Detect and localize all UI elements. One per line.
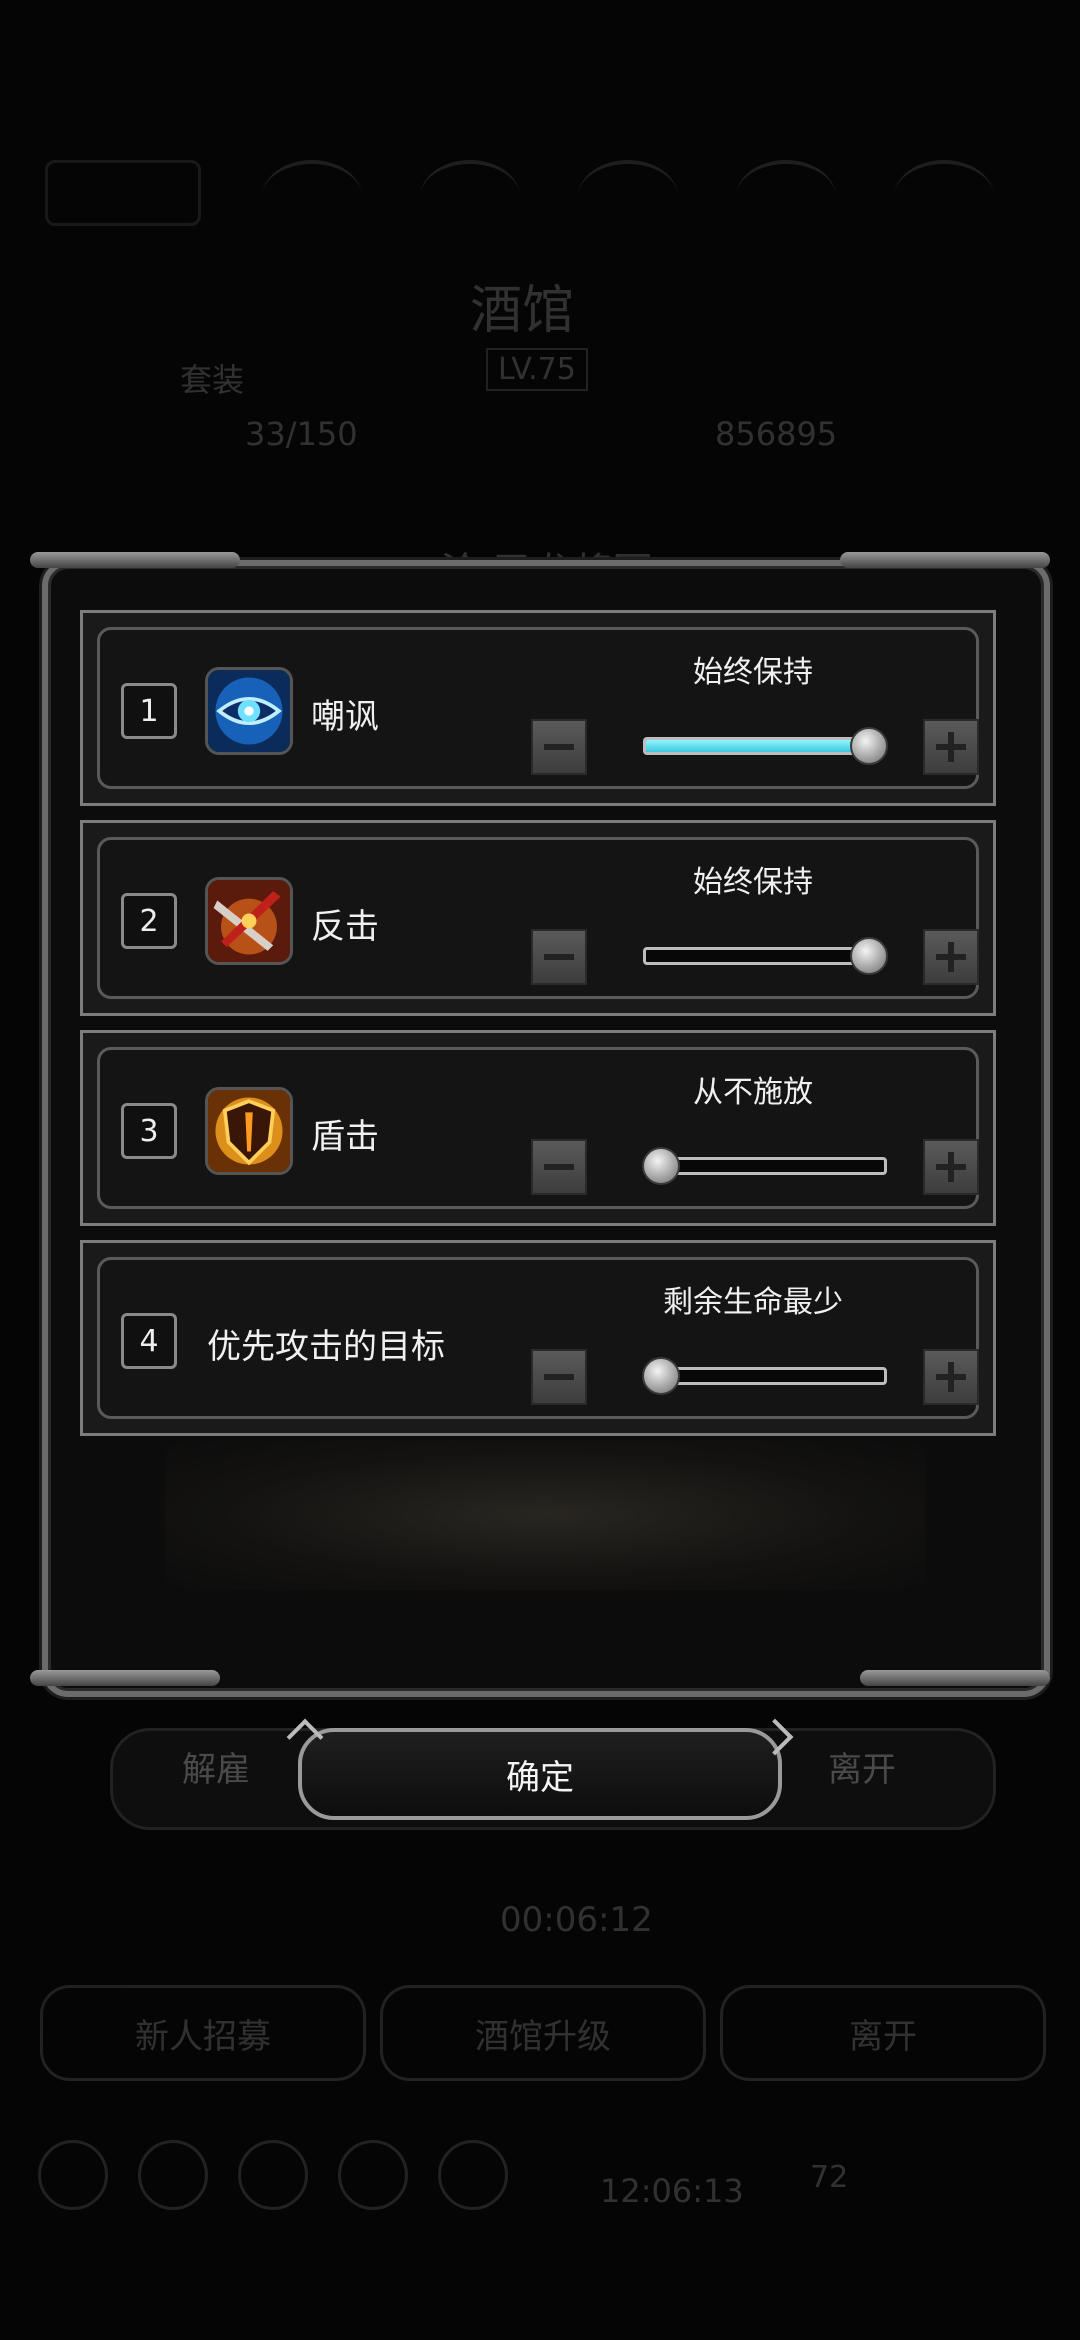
increase-button[interactable] bbox=[923, 719, 979, 775]
bg-stat-right: 856895 bbox=[715, 415, 838, 453]
bg-dock-icon bbox=[438, 2140, 508, 2210]
bg-slot bbox=[420, 160, 520, 234]
slider-knob[interactable] bbox=[642, 1357, 680, 1395]
confirm-label: 确定 bbox=[506, 1757, 574, 1798]
target-priority-label: 优先攻击的目标 bbox=[207, 1327, 445, 1367]
bg-slot bbox=[894, 160, 994, 234]
frame-ornament bbox=[30, 552, 240, 568]
taunt-eye-icon bbox=[205, 667, 293, 755]
minus-icon bbox=[544, 744, 574, 750]
bg-slot bbox=[262, 160, 362, 234]
target-priority-row: 4 优先攻击的目标 剩余生命最少 bbox=[80, 1240, 996, 1436]
decrease-button[interactable] bbox=[531, 719, 587, 775]
bg-dock-icon bbox=[238, 2140, 308, 2210]
dismiss-button: 解雇 bbox=[182, 1750, 250, 1790]
leave-button: 离开 bbox=[828, 1750, 896, 1790]
bg-dock-icon bbox=[138, 2140, 208, 2210]
skill-status: 始终保持 bbox=[693, 655, 813, 690]
minus-icon bbox=[544, 1374, 574, 1380]
skill-row: 2 反击 始终保持 bbox=[80, 820, 996, 1016]
confirm-button[interactable]: 确定 bbox=[286, 1718, 794, 1820]
skill-row: 1 嘲讽 始终保持 bbox=[80, 610, 996, 806]
frame-ornament bbox=[30, 1670, 220, 1686]
bg-suit-label: 套装 bbox=[180, 361, 245, 399]
skill-name: 反击 bbox=[311, 907, 379, 947]
frame-ornament bbox=[860, 1670, 1050, 1686]
bg-dock-icon bbox=[338, 2140, 408, 2210]
row-index: 2 bbox=[121, 893, 177, 949]
skill-name: 盾击 bbox=[311, 1117, 379, 1157]
bg-leave-button: 离开 bbox=[720, 1985, 1046, 2081]
skill-name: 嘲讽 bbox=[311, 697, 379, 737]
panel-texture bbox=[165, 1440, 925, 1590]
bg-clock: 12:06:13 bbox=[600, 2172, 744, 2210]
bg-tab bbox=[45, 160, 201, 226]
row-index: 4 bbox=[121, 1313, 177, 1369]
row-index: 3 bbox=[121, 1103, 177, 1159]
bg-battery: 72 bbox=[810, 2160, 849, 2195]
minus-icon bbox=[544, 954, 574, 960]
bg-timer: 00:06:12 bbox=[500, 1900, 653, 1940]
bg-slot bbox=[736, 160, 836, 234]
increase-button[interactable] bbox=[923, 1349, 979, 1405]
minus-icon bbox=[544, 1164, 574, 1170]
decrease-button[interactable] bbox=[531, 1349, 587, 1405]
bg-hero-level: LV.75 bbox=[486, 348, 588, 391]
row-index: 1 bbox=[121, 683, 177, 739]
shield-bash-icon bbox=[205, 1087, 293, 1175]
slider-knob[interactable] bbox=[850, 937, 888, 975]
slider-knob[interactable] bbox=[850, 727, 888, 765]
increase-button[interactable] bbox=[923, 1139, 979, 1195]
slider-knob[interactable] bbox=[642, 1147, 680, 1185]
skill-status: 始终保持 bbox=[693, 865, 813, 900]
target-priority-status: 剩余生命最少 bbox=[663, 1285, 843, 1320]
bg-recruit-button: 新人招募 bbox=[40, 1985, 366, 2081]
frame-ornament bbox=[840, 552, 1050, 568]
bg-slot bbox=[578, 160, 678, 234]
counter-blade-icon bbox=[205, 877, 293, 965]
decrease-button[interactable] bbox=[531, 1139, 587, 1195]
decrease-button[interactable] bbox=[531, 929, 587, 985]
slider-fill bbox=[646, 740, 884, 752]
bg-hero-name: 酒馆 bbox=[470, 281, 575, 341]
increase-button[interactable] bbox=[923, 929, 979, 985]
skill-status: 从不施放 bbox=[693, 1075, 813, 1110]
bg-dock-icon bbox=[38, 2140, 108, 2210]
bg-upgrade-button: 酒馆升级 bbox=[380, 1985, 706, 2081]
bg-stat-left: 33/150 bbox=[245, 415, 358, 453]
skill-row: 3 盾击 从不施放 bbox=[80, 1030, 996, 1226]
